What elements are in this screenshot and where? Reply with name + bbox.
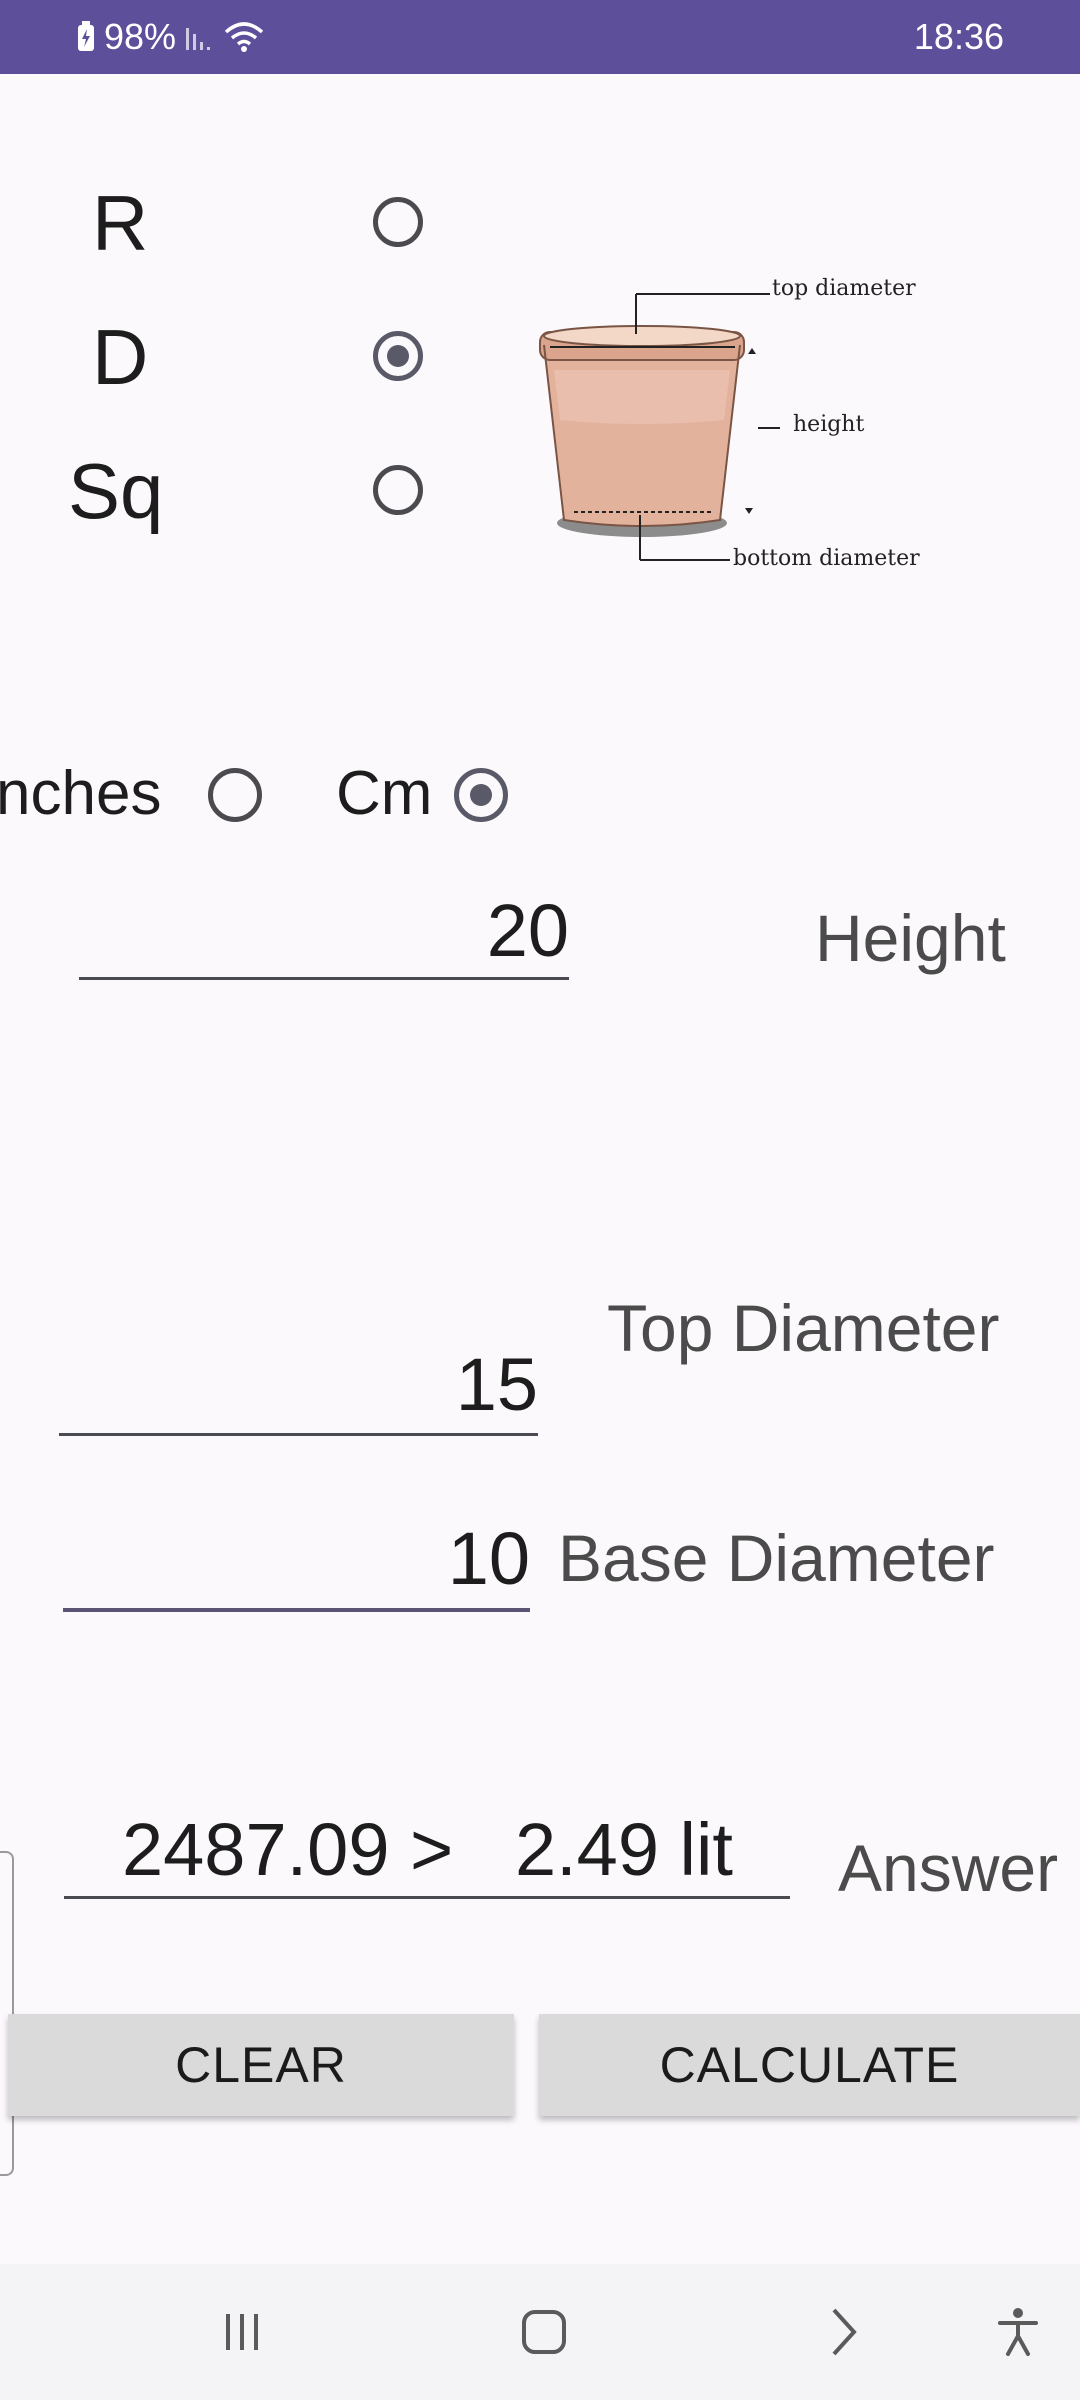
pot-diagram: top diameter height bottom diameter — [530, 270, 950, 580]
height-input[interactable]: 20 — [79, 880, 569, 980]
pot-illustration — [539, 293, 780, 561]
back-icon[interactable] — [808, 2264, 880, 2400]
status-time: 18:36 — [913, 16, 1004, 57]
height-value: 20 — [486, 889, 569, 972]
battery-percent: 98% — [104, 16, 177, 57]
wifi-icon — [224, 22, 264, 52]
diagram-height-label: height — [793, 412, 865, 437]
base-diameter-underline — [63, 1608, 530, 1612]
base-diameter-input[interactable]: 10 — [63, 1508, 530, 1612]
answer-value: 2487.09 > 2.49 lit — [122, 1808, 733, 1891]
signal-icon — [186, 28, 211, 50]
battery-charging-icon — [78, 21, 94, 51]
status-bar: 98% 18:36 — [0, 0, 1080, 74]
top-diameter-underline — [59, 1433, 538, 1436]
top-diameter-value: 15 — [455, 1343, 538, 1426]
base-diameter-value: 10 — [447, 1517, 530, 1600]
shape-label-r: R — [92, 179, 149, 267]
top-diameter-label: Top Diameter — [607, 1291, 1000, 1365]
shape-radio-sq[interactable] — [373, 465, 423, 515]
calculate-button[interactable]: CALCULATE — [539, 2014, 1080, 2116]
shape-label-sq: Sq — [68, 447, 164, 535]
recent-apps-icon[interactable] — [200, 2264, 284, 2400]
navigation-bar — [0, 2264, 1080, 2400]
unit-radio-inches[interactable] — [208, 768, 262, 822]
status-indicators: 98% — [76, 0, 266, 74]
clear-button[interactable]: CLEAR — [8, 2014, 514, 2116]
height-label: Height — [815, 901, 1006, 975]
shape-radio-d[interactable] — [373, 331, 423, 381]
shape-radio-r[interactable] — [373, 197, 423, 247]
answer-output: 2487.09 > 2.49 lit — [64, 1795, 790, 1899]
home-icon[interactable] — [500, 2264, 588, 2400]
answer-label: Answer — [838, 1831, 1059, 1905]
top-diameter-input[interactable]: 15 — [59, 1332, 538, 1436]
diagram-top-label: top diameter — [772, 276, 916, 301]
unit-label-inches: nches — [0, 759, 162, 828]
accessibility-icon[interactable] — [980, 2264, 1056, 2400]
unit-radio-cm[interactable] — [454, 768, 508, 822]
shape-label-d: D — [92, 313, 149, 401]
unit-label-cm: Cm — [336, 759, 433, 828]
height-underline — [79, 977, 569, 980]
answer-underline — [64, 1896, 790, 1899]
base-diameter-label: Base Diameter — [558, 1521, 995, 1595]
diagram-bottom-label: bottom diameter — [733, 546, 920, 571]
